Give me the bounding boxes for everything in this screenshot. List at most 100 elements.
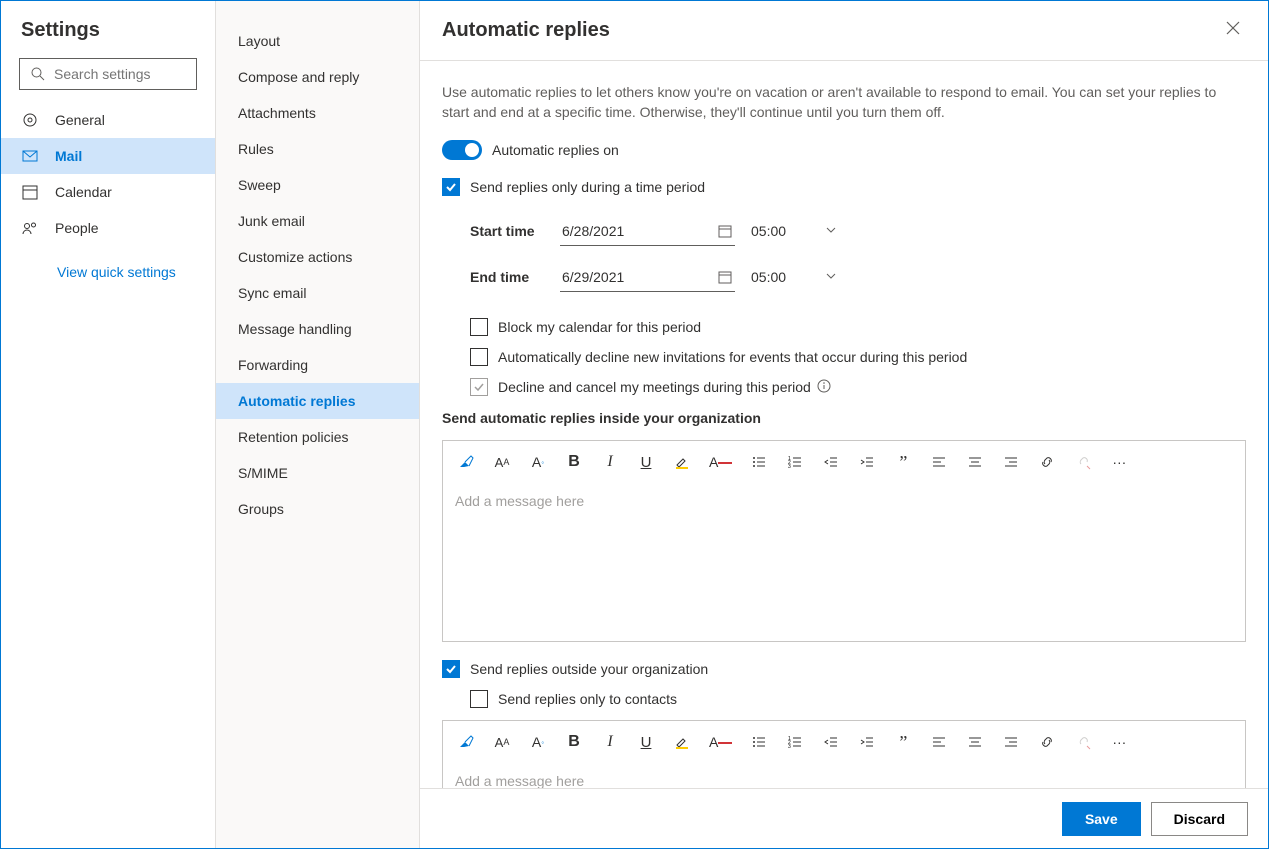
subnav-rules[interactable]: Rules <box>216 131 419 167</box>
block-calendar-row: Block my calendar for this period <box>442 318 1246 336</box>
start-time-select[interactable]: 05:00 <box>749 216 839 246</box>
unlink-icon[interactable] <box>1074 454 1092 470</box>
more-icon[interactable]: ··· <box>1110 734 1128 750</box>
end-date-value: 6/29/2021 <box>562 269 624 285</box>
subnav-automatic-replies[interactable]: Automatic replies <box>216 383 419 419</box>
pane-header: Automatic replies <box>420 1 1268 61</box>
align-left-icon[interactable] <box>930 734 948 750</box>
subnav-message-handling[interactable]: Message handling <box>216 311 419 347</box>
category-label: Mail <box>55 148 82 164</box>
search-settings-box[interactable] <box>19 58 197 90</box>
clear-formatting-icon[interactable] <box>457 733 475 751</box>
subnav-sweep[interactable]: Sweep <box>216 167 419 203</box>
category-label: People <box>55 220 99 236</box>
number-list-icon[interactable]: 123 <box>786 734 804 750</box>
settings-window: Settings General Mail Calendar People Vi… <box>0 0 1269 849</box>
people-icon <box>21 219 39 237</box>
font-family-icon[interactable]: AA <box>493 455 511 470</box>
contacts-only-row: Send replies only to contacts <box>442 690 1246 708</box>
block-calendar-checkbox[interactable] <box>470 318 488 336</box>
align-center-icon[interactable] <box>966 454 984 470</box>
align-center-icon[interactable] <box>966 734 984 750</box>
bold-icon[interactable]: B <box>565 453 583 471</box>
category-calendar[interactable]: Calendar <box>1 174 215 210</box>
bullet-list-icon[interactable] <box>750 454 768 470</box>
category-people[interactable]: People <box>1 210 215 246</box>
checkmark-icon <box>473 381 485 393</box>
link-icon[interactable] <box>1038 734 1056 750</box>
view-quick-settings-link[interactable]: View quick settings <box>1 246 215 280</box>
subnav-customize-actions[interactable]: Customize actions <box>216 239 419 275</box>
font-family-icon[interactable]: AA <box>493 735 511 750</box>
subnav-smime[interactable]: S/MIME <box>216 455 419 491</box>
category-mail[interactable]: Mail <box>1 138 215 174</box>
auto-replies-toggle-label: Automatic replies on <box>492 142 619 158</box>
subnav-junk-email[interactable]: Junk email <box>216 203 419 239</box>
highlight-icon[interactable] <box>673 733 691 751</box>
search-settings-input[interactable] <box>54 66 186 82</box>
auto-replies-toggle[interactable] <box>442 140 482 160</box>
subnav-groups[interactable]: Groups <box>216 491 419 527</box>
inside-editor-toolbar: AA A◦ B I U A 123 ” · <box>443 441 1245 483</box>
close-button[interactable] <box>1220 15 1246 46</box>
outside-message-input[interactable]: Add a message here <box>443 763 1245 788</box>
align-left-icon[interactable] <box>930 454 948 470</box>
checkmark-icon <box>445 663 457 675</box>
font-size-icon[interactable]: A◦ <box>529 734 547 750</box>
outdent-icon[interactable] <box>822 454 840 470</box>
category-general[interactable]: General <box>1 102 215 138</box>
pane-description: Use automatic replies to let others know… <box>442 83 1246 122</box>
quote-icon[interactable]: ” <box>894 732 912 753</box>
send-during-period-checkbox[interactable] <box>442 178 460 196</box>
outside-org-checkbox[interactable] <box>442 660 460 678</box>
align-right-icon[interactable] <box>1002 454 1020 470</box>
align-right-icon[interactable] <box>1002 734 1020 750</box>
chevron-down-icon <box>825 223 837 239</box>
bullet-list-icon[interactable] <box>750 734 768 750</box>
italic-icon[interactable]: I <box>601 733 619 751</box>
more-icon[interactable]: ··· <box>1110 454 1128 470</box>
underline-icon[interactable]: U <box>637 734 655 751</box>
end-time-select[interactable]: 05:00 <box>749 262 839 292</box>
indent-icon[interactable] <box>858 454 876 470</box>
calendar-icon <box>21 183 39 201</box>
end-date-input[interactable]: 6/29/2021 <box>560 262 735 292</box>
indent-icon[interactable] <box>858 734 876 750</box>
unlink-icon[interactable] <box>1074 734 1092 750</box>
italic-icon[interactable]: I <box>601 453 619 471</box>
subnav-attachments[interactable]: Attachments <box>216 95 419 131</box>
settings-subnav-pane: Layout Compose and reply Attachments Rul… <box>216 1 420 848</box>
toggle-knob <box>465 143 479 157</box>
number-list-icon[interactable]: 123 <box>786 454 804 470</box>
save-button[interactable]: Save <box>1062 802 1141 836</box>
inside-message-input[interactable]: Add a message here <box>443 483 1245 641</box>
font-color-icon[interactable]: A <box>709 454 732 470</box>
discard-button[interactable]: Discard <box>1151 802 1248 836</box>
auto-decline-checkbox[interactable] <box>470 348 488 366</box>
settings-heading: Settings <box>1 19 215 54</box>
start-time-label: Start time <box>470 223 560 239</box>
auto-replies-toggle-row: Automatic replies on <box>442 140 1246 160</box>
clear-formatting-icon[interactable] <box>457 453 475 471</box>
quote-icon[interactable]: ” <box>894 452 912 473</box>
link-icon[interactable] <box>1038 454 1056 470</box>
subnav-sync-email[interactable]: Sync email <box>216 275 419 311</box>
start-time-row: Start time 6/28/2021 05:00 <box>470 208 1246 254</box>
highlight-icon[interactable] <box>673 453 691 471</box>
bold-icon[interactable]: B <box>565 733 583 751</box>
decline-cancel-checkbox[interactable] <box>470 378 488 396</box>
outdent-icon[interactable] <box>822 734 840 750</box>
font-size-icon[interactable]: A◦ <box>529 454 547 470</box>
start-date-input[interactable]: 6/28/2021 <box>560 216 735 246</box>
underline-icon[interactable]: U <box>637 454 655 471</box>
subnav-forwarding[interactable]: Forwarding <box>216 347 419 383</box>
contacts-only-checkbox[interactable] <box>470 690 488 708</box>
info-icon[interactable] <box>817 379 831 396</box>
subnav-layout[interactable]: Layout <box>216 23 419 59</box>
subnav-retention-policies[interactable]: Retention policies <box>216 419 419 455</box>
font-color-icon[interactable]: A <box>709 734 732 750</box>
send-during-period-row: Send replies only during a time period <box>442 178 1246 196</box>
outside-org-row: Send replies outside your organization <box>442 660 1246 678</box>
svg-text:3: 3 <box>788 464 791 470</box>
subnav-compose-and-reply[interactable]: Compose and reply <box>216 59 419 95</box>
